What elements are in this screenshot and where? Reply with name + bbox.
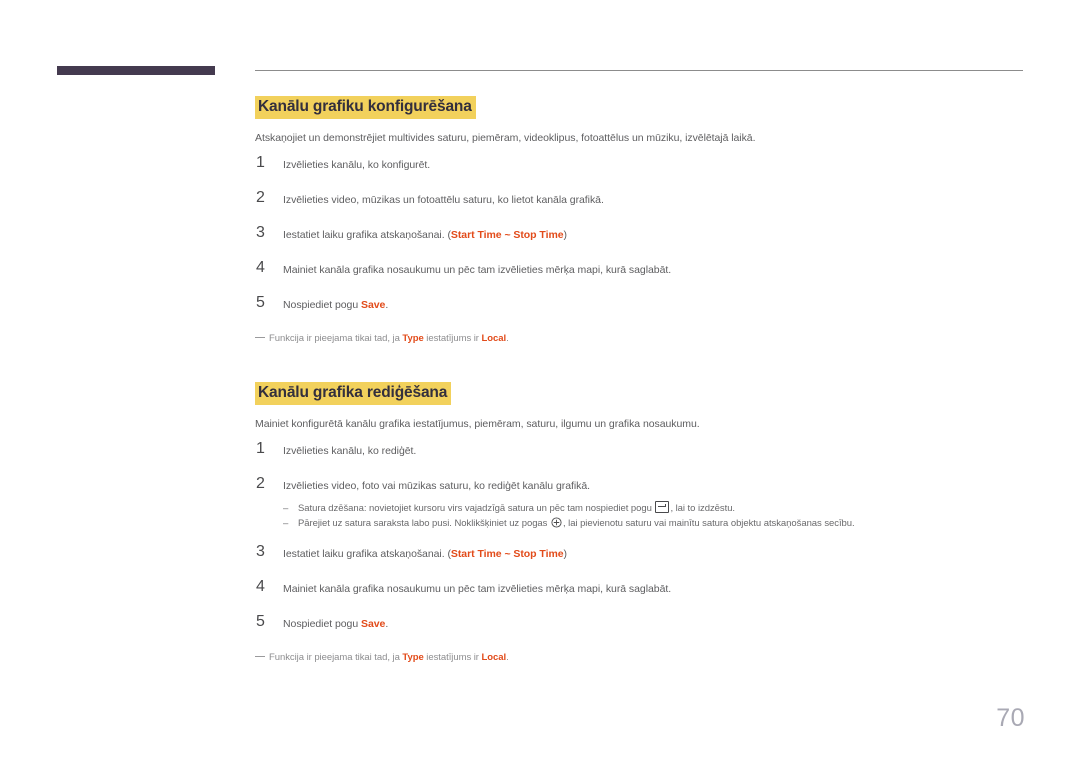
step-text: Iestatiet laiku grafika atskaņošanai. (S… — [283, 229, 567, 241]
step-text: Izvēlieties kanālu, ko konfigurēt. — [283, 159, 431, 171]
keyword: Start Time — [450, 229, 502, 241]
step-number: 1 — [256, 154, 265, 171]
keyword: Local — [481, 333, 507, 344]
section-intro: Mainiet konfigurētā kanālu grafika iesta… — [255, 418, 700, 430]
step-list: 1 Izvēlieties kanālu, ko konfigurēt. 2 Izvē… — [255, 154, 1045, 317]
header-accent-bar — [57, 66, 215, 75]
keyword: Local — [481, 652, 507, 663]
step-text: Izvēlieties video, mūzikas un fotoattēlu… — [283, 194, 604, 206]
step-item: 4 Mainiet kanāla grafika nosaukumu un pēc… — [255, 259, 1045, 282]
step-text: Izvēlieties video, foto vai mūzikas satu… — [283, 480, 590, 492]
page-content: Kanālu grafiku konfigurēšana Atskaņojiet … — [255, 96, 1045, 665]
step-item: 5 Nospiediet pogu Save. — [255, 294, 1045, 317]
step-text: Iestatiet laiku grafika atskaņošanai. (S… — [283, 548, 567, 560]
step-number: 1 — [256, 440, 265, 457]
section-note: Funkcija ir pieejama tikai tad, ja Type … — [255, 332, 1045, 346]
step-number: 3 — [256, 543, 265, 560]
keyword: ~ — [501, 548, 514, 560]
step-text: Mainiet kanāla grafika nosaukumu un pēc … — [283, 264, 672, 276]
step-text: Izvēlieties kanālu, ko rediģēt. — [283, 445, 417, 457]
keyword: Save — [361, 618, 386, 630]
section-heading-text: Kanālu grafiku konfigurēšana — [255, 96, 476, 119]
step-number: 3 — [256, 224, 265, 241]
section-note: Funkcija ir pieejama tikai tad, ja Type … — [255, 651, 1045, 665]
plus-circle-icon — [551, 517, 562, 528]
step-text: Nospiediet pogu Save. — [283, 618, 389, 630]
dash-marker: – — [283, 518, 289, 529]
sub-bullet-item: – Pārejiet uz satura saraksta labo pusi. … — [283, 517, 855, 529]
step-item: 4 Mainiet kanāla grafika nosaukumu un pēc… — [255, 578, 1045, 601]
step-number: 4 — [256, 259, 265, 276]
section-heading: Kanālu grafiku konfigurēšana — [255, 96, 1045, 119]
sub-bullet-list: – Satura dzēšana: novietojiet kursoru vir… — [283, 501, 1045, 531]
keyword: ~ — [501, 229, 514, 241]
header-rule — [255, 70, 1023, 71]
step-item: 3 Iestatiet laiku grafika atskaņošanai. (… — [255, 224, 1045, 247]
step-item: 1 Izvēlieties kanālu, ko konfigurēt. — [255, 154, 1045, 177]
section-heading: Kanālu grafika rediģēšana — [255, 382, 1045, 405]
step-number: 2 — [256, 189, 265, 206]
section-heading-text: Kanālu grafika rediģēšana — [255, 382, 452, 405]
step-item: 2 Izvēlieties video, foto vai mūzikas sat… — [255, 475, 1045, 531]
step-item: 3 Iestatiet laiku grafika atskaņošanai. (… — [255, 543, 1045, 566]
section-2: Kanālu grafika rediģēšana Mainiet konfigu… — [255, 382, 1045, 665]
step-item: 1 Izvēlieties kanālu, ko rediģēt. — [255, 440, 1045, 463]
keyword: Type — [402, 333, 424, 344]
keyword: Save — [361, 299, 386, 311]
section-1: Kanālu grafiku konfigurēšana Atskaņojiet … — [255, 96, 1045, 346]
delete-key-icon — [655, 501, 670, 513]
note-dash-marker — [255, 337, 265, 338]
page-header — [0, 64, 1080, 78]
dash-marker: – — [283, 503, 289, 514]
step-number: 4 — [256, 578, 265, 595]
keyword: Start Time — [450, 548, 502, 560]
document-page: Kanālu grafiku konfigurēšana Atskaņojiet … — [0, 0, 1080, 763]
sub-bullet-item: – Satura dzēšana: novietojiet kursoru vir… — [283, 501, 736, 514]
step-item: 2 Izvēlieties video, mūzikas un fotoattēl… — [255, 189, 1045, 212]
step-number: 5 — [256, 294, 265, 311]
page-number: 70 — [996, 704, 1025, 732]
step-number: 2 — [256, 475, 265, 492]
step-item: 5 Nospiediet pogu Save. — [255, 613, 1045, 636]
step-number: 5 — [256, 613, 265, 630]
step-list: 1 Izvēlieties kanālu, ko rediģēt. 2 Izvēlie… — [255, 440, 1045, 636]
section-intro: Atskaņojiet un demonstrējiet multivides … — [255, 132, 756, 144]
note-dash-marker — [255, 656, 265, 657]
keyword: Type — [402, 652, 424, 663]
keyword: Stop Time — [513, 229, 564, 241]
keyword: Stop Time — [513, 548, 564, 560]
step-text: Mainiet kanāla grafika nosaukumu un pēc … — [283, 583, 672, 595]
step-text: Nospiediet pogu Save. — [283, 299, 389, 311]
